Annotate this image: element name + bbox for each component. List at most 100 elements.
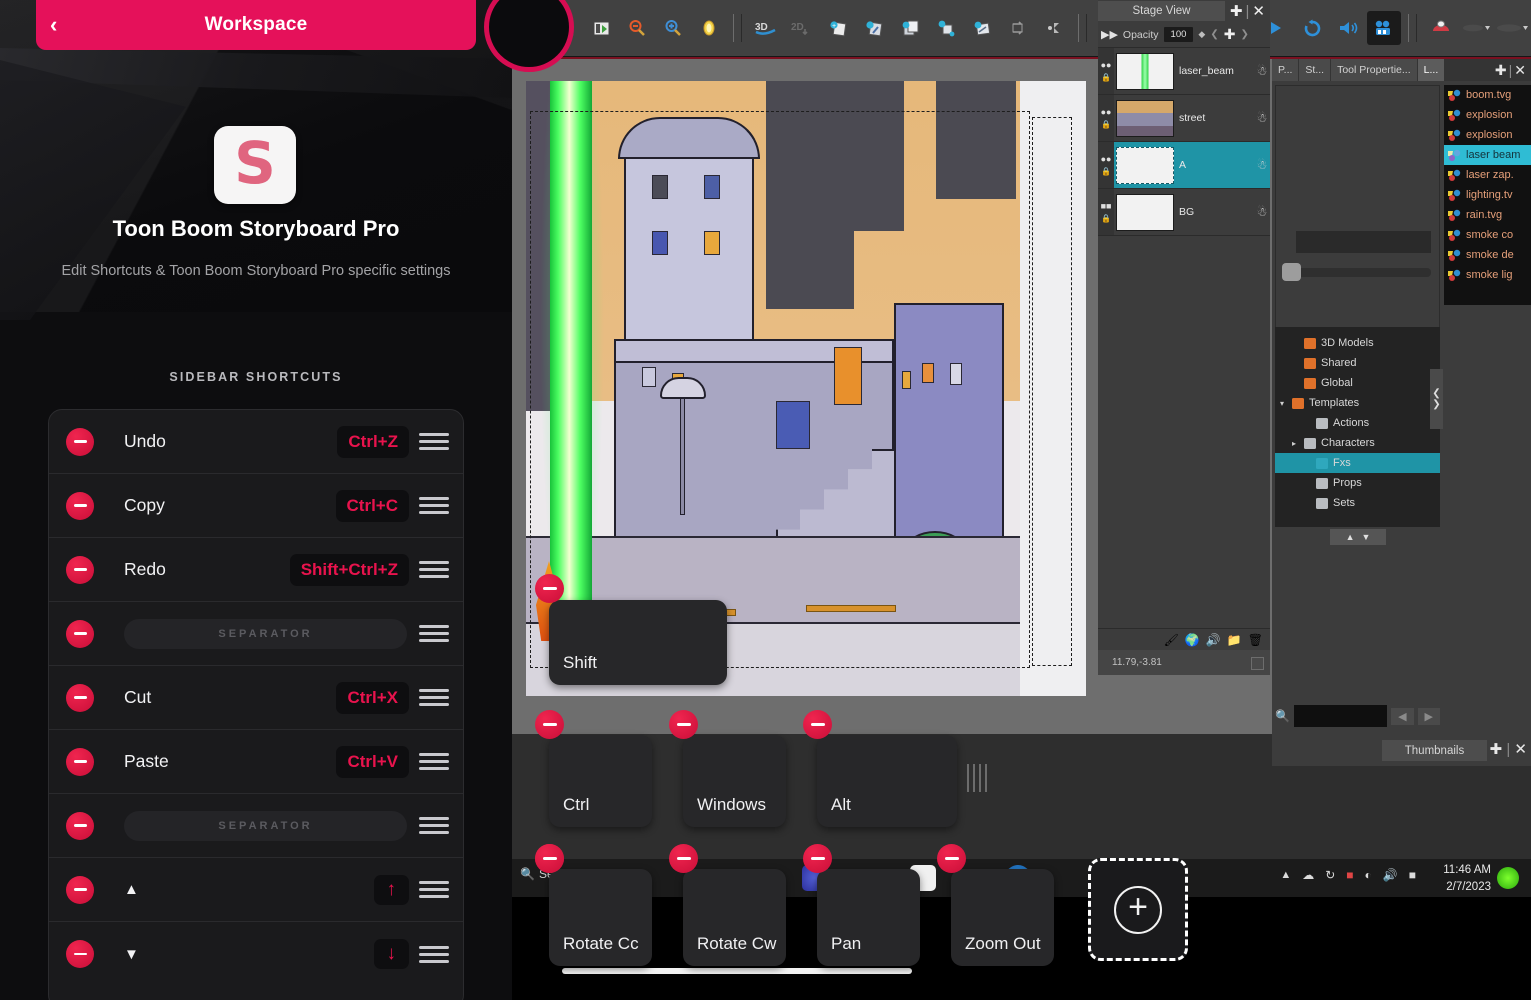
group-layer-icon[interactable] — [965, 11, 999, 45]
shortcut-keychip[interactable]: ↑ — [373, 874, 409, 905]
remove-icon[interactable] — [535, 710, 564, 739]
arrow-down-icon[interactable]: ▼ — [1362, 532, 1371, 542]
library-file-row[interactable]: smoke co — [1444, 225, 1531, 245]
remove-icon[interactable] — [66, 747, 94, 776]
battery-icon[interactable]: ■ — [1409, 868, 1416, 882]
remove-icon[interactable] — [535, 844, 564, 873]
remove-icon[interactable] — [803, 710, 832, 739]
shortcut-row[interactable]: Cut Ctrl+X — [49, 666, 463, 730]
tab-library[interactable]: L... — [1417, 59, 1446, 81]
layer-row[interactable]: ■■ 🔒 BG ☃ — [1098, 189, 1270, 236]
light-table-icon[interactable] — [692, 11, 726, 45]
transform-layer-icon[interactable] — [929, 11, 963, 45]
layer-row[interactable]: ●● 🔒 laser_beam ☃ — [1098, 48, 1270, 95]
add-layer-plus-icon[interactable]: ✚ — [1224, 26, 1236, 43]
close-icon[interactable]: ✕ — [1514, 62, 1526, 79]
drag-handle-icon[interactable] — [419, 561, 449, 578]
sound-icon[interactable] — [1331, 11, 1365, 45]
library-file-row[interactable]: boom.tvg — [1444, 85, 1531, 105]
keycap-zoom-out[interactable]: Zoom Out — [951, 869, 1054, 966]
wifi-icon[interactable]: ◐ — [1365, 868, 1372, 882]
keycap-alt[interactable]: Alt — [817, 735, 957, 827]
remove-icon[interactable] — [669, 844, 698, 873]
keycap-shift[interactable]: Shift — [549, 600, 727, 685]
tree-item-characters[interactable]: ▸ Characters — [1275, 433, 1440, 453]
keycap-rotate-cw[interactable]: Rotate Cw — [683, 869, 786, 966]
2d-toggle-icon[interactable]: 2D — [785, 11, 819, 45]
remove-icon[interactable] — [937, 844, 966, 873]
drag-handle-icon[interactable] — [419, 689, 449, 706]
panel-splitter[interactable]: ❮ ❯ — [1430, 369, 1443, 429]
arrow-up-icon[interactable]: ▲ — [1346, 532, 1355, 542]
camera-icon[interactable] — [1367, 11, 1401, 45]
shortcut-keychip[interactable]: Ctrl+C — [335, 489, 409, 522]
add-sound-layer-icon[interactable]: 🔊 — [1206, 633, 1221, 647]
add-drawing-layer-icon[interactable]: 🖌 — [1164, 633, 1179, 647]
collapse-right-icon[interactable]: ❯ — [1432, 399, 1440, 410]
tab-p[interactable]: P... — [1272, 59, 1300, 81]
remove-icon[interactable] — [66, 683, 94, 712]
layer-row-selected[interactable]: ●● 🔒 A ☃ — [1098, 142, 1270, 189]
drag-handle-icon[interactable] — [419, 753, 449, 770]
tree-item-shared[interactable]: Shared — [1275, 353, 1440, 373]
keycap-windows[interactable]: Windows — [683, 735, 786, 827]
tree-item-global[interactable]: Global — [1275, 373, 1440, 393]
drag-handle-icon[interactable] — [419, 625, 449, 642]
remove-icon[interactable] — [66, 875, 94, 904]
expand-icon[interactable]: ▶▶ — [1101, 28, 1118, 41]
remove-icon[interactable] — [66, 811, 94, 840]
shortcut-keychip[interactable]: Ctrl+X — [336, 681, 409, 714]
volume-icon[interactable]: 🔊 — [1383, 868, 1398, 882]
property-slider-knob[interactable] — [1282, 263, 1301, 281]
library-file-row[interactable]: explosion — [1444, 105, 1531, 125]
shortcut-row[interactable]: ▲ ↑ — [49, 858, 463, 922]
property-field[interactable] — [1296, 231, 1431, 253]
layer-visibility-toggle[interactable]: ●● 🔒 — [1098, 142, 1114, 188]
keycap-ctrl[interactable]: Ctrl — [549, 735, 652, 827]
drag-handle-icon[interactable] — [419, 881, 449, 898]
drag-handle-icon[interactable] — [419, 945, 449, 963]
tab-thumbnails[interactable]: Thumbnails — [1382, 740, 1487, 761]
shortcut-row[interactable]: Paste Ctrl+V — [49, 730, 463, 794]
shortcut-row[interactable]: Redo Shift+Ctrl+Z — [49, 538, 463, 602]
brush-style-dropdown[interactable] — [1496, 11, 1530, 45]
flip-icon[interactable] — [1001, 11, 1035, 45]
camera-view-icon[interactable] — [584, 11, 618, 45]
search-icon[interactable]: 🔍 — [1275, 709, 1290, 723]
plus-icon[interactable]: ✚ — [1230, 2, 1243, 20]
layer-visibility-toggle[interactable]: ●● 🔒 — [1098, 48, 1114, 94]
chevron-down-icon[interactable]: ▾ — [1277, 399, 1287, 408]
nav-next-button[interactable]: ▶ — [1417, 707, 1440, 725]
layer-character-icon[interactable]: ☃ — [1254, 158, 1270, 172]
add-shortcut-slot[interactable]: + — [1088, 858, 1188, 961]
layer-character-icon[interactable]: ☃ — [1254, 111, 1270, 125]
add-image-layer-icon[interactable]: 🌍 — [1185, 633, 1200, 647]
library-file-row[interactable]: smoke lig — [1444, 265, 1531, 285]
library-file-row[interactable]: laser zap. — [1444, 165, 1531, 185]
shortcut-keychip[interactable]: Shift+Ctrl+Z — [289, 553, 409, 586]
zoom-in-icon[interactable] — [656, 11, 690, 45]
plus-icon[interactable]: ✚ — [1495, 62, 1507, 79]
layer-character-icon[interactable]: ☃ — [1254, 64, 1270, 78]
close-icon[interactable]: ✕ — [1514, 741, 1527, 758]
add-layer-icon[interactable]: + — [821, 11, 855, 45]
tree-item-sets[interactable]: Sets — [1275, 493, 1440, 513]
app-icon[interactable]: ■ — [1346, 868, 1353, 882]
shortcut-keychip[interactable]: Ctrl+Z — [337, 425, 409, 458]
drag-handle-icon[interactable] — [419, 433, 449, 450]
remove-icon[interactable] — [669, 710, 698, 739]
opacity-stepper-icon[interactable]: ◆ — [1198, 29, 1205, 40]
keycap-rotate-ccw[interactable]: Rotate Cc — [549, 869, 652, 966]
keycap-pan[interactable]: Pan — [817, 869, 920, 966]
shortcut-keychip[interactable]: Ctrl+V — [336, 745, 409, 778]
shortcut-row[interactable]: Copy Ctrl+C — [49, 474, 463, 538]
tree-scroll-arrows[interactable]: ▲ ▼ — [1330, 529, 1386, 545]
tab-tool-properties[interactable]: Tool Propertie... — [1331, 59, 1418, 81]
drag-handle-icon[interactable] — [419, 497, 449, 514]
layer-row[interactable]: ●● 🔒 street ☃ — [1098, 95, 1270, 142]
remove-icon[interactable] — [66, 619, 94, 648]
library-file-row[interactable]: lighting.tv — [1444, 185, 1531, 205]
3d-toggle-icon[interactable]: 3D — [749, 11, 783, 45]
tree-item-fxs[interactable]: Fxs — [1275, 453, 1440, 473]
library-file-row[interactable]: explosion — [1444, 125, 1531, 145]
